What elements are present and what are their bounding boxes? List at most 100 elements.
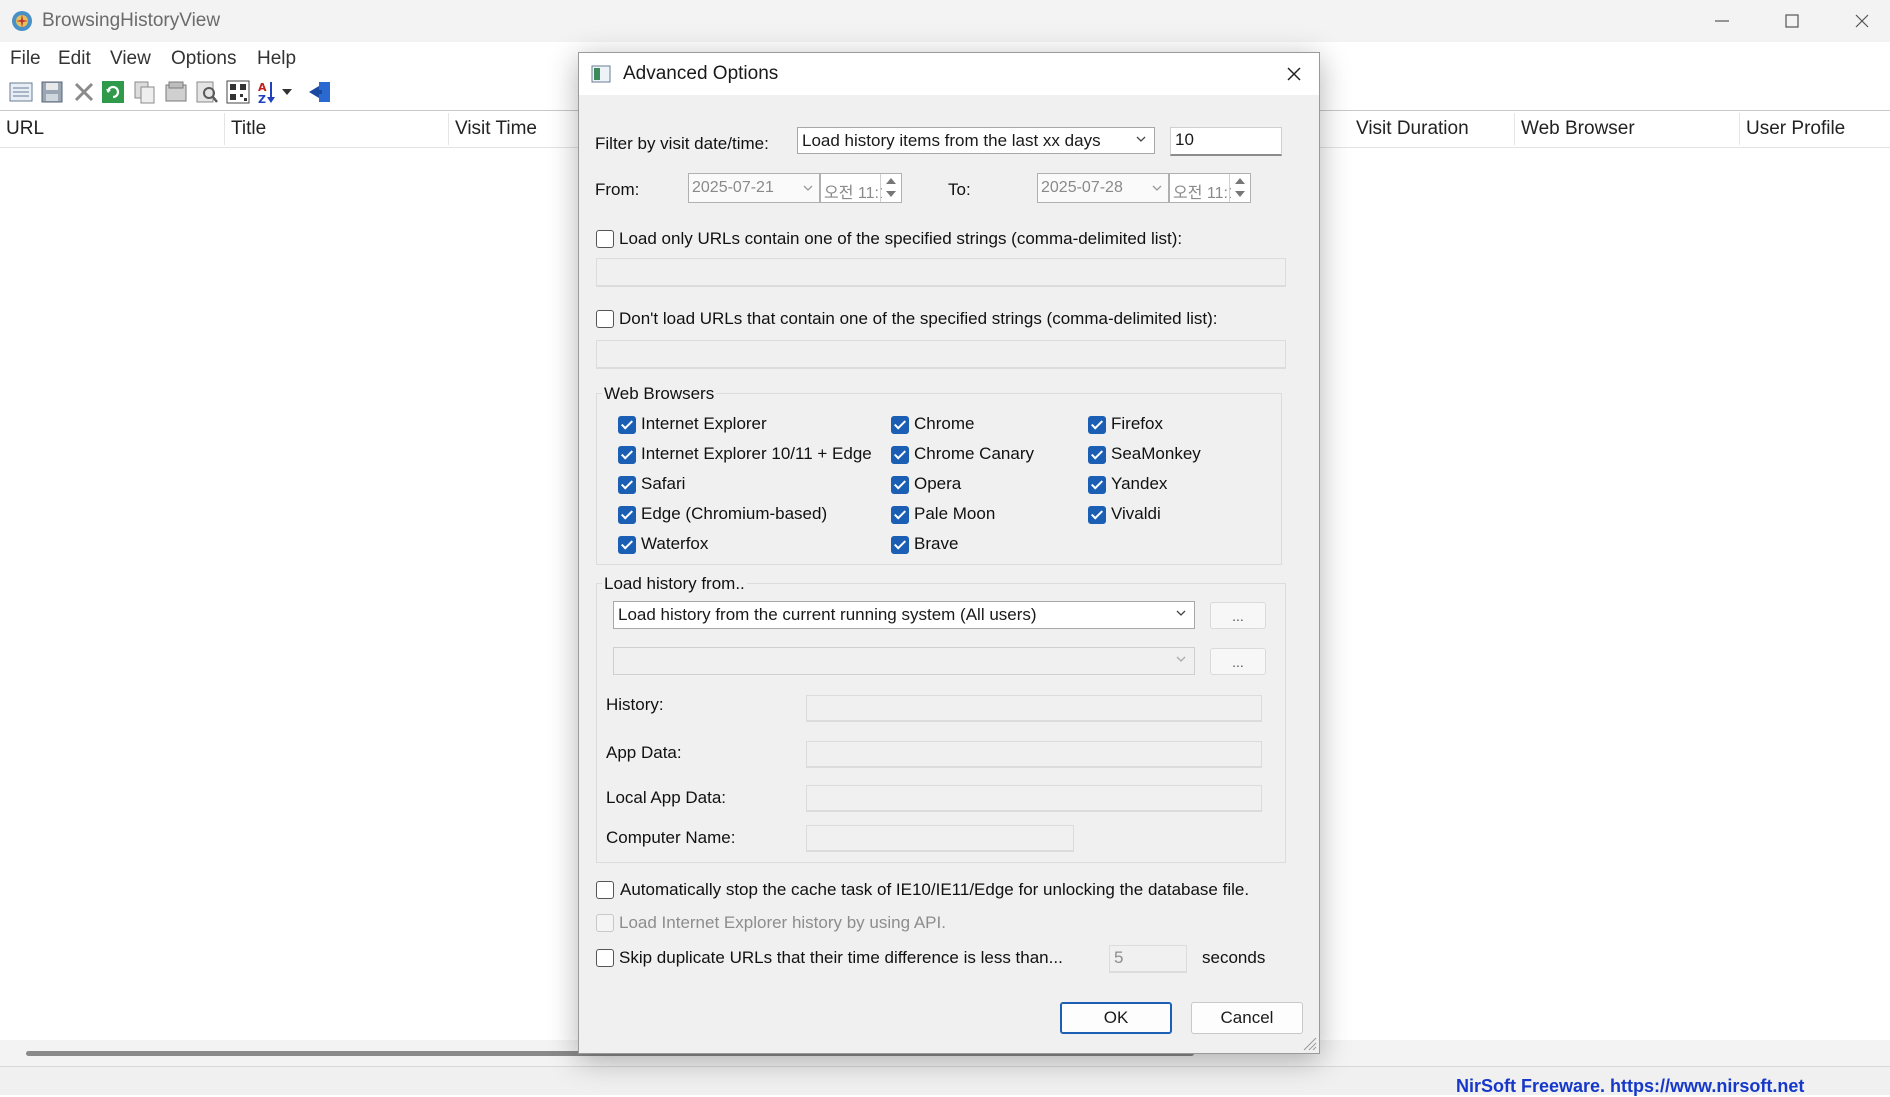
delete-icon[interactable]: [71, 79, 97, 105]
column-url[interactable]: URL: [6, 118, 44, 140]
from-date-value: 2025-07-21: [692, 179, 774, 196]
browser-label: Brave: [914, 534, 959, 553]
chevron-down-icon: [1176, 610, 1186, 616]
history-label: History:: [606, 695, 664, 714]
column-title[interactable]: Title: [231, 118, 266, 140]
cancel-button[interactable]: Cancel: [1191, 1002, 1303, 1034]
app-data-input[interactable]: [806, 741, 1262, 768]
app-data-label: App Data:: [606, 743, 682, 762]
browse-button[interactable]: ...: [1210, 602, 1266, 629]
minimize-button[interactable]: [1687, 0, 1757, 42]
local-app-data-label: Local App Data:: [606, 788, 727, 807]
title-bar: BrowsingHistoryView: [0, 0, 1890, 42]
load-only-input[interactable]: [596, 258, 1286, 287]
skip-seconds-input[interactable]: 5: [1109, 945, 1187, 973]
filter-dropdown-value: Load history items from the last xx days: [802, 131, 1101, 150]
browser-checkbox[interactable]: [618, 416, 636, 434]
browser-label: Vivaldi: [1111, 504, 1161, 523]
exit-icon[interactable]: [307, 79, 333, 105]
menu-options[interactable]: Options: [171, 48, 236, 70]
save-icon[interactable]: [39, 79, 65, 105]
copy-icon[interactable]: [132, 79, 158, 105]
computer-name-label: Computer Name:: [606, 828, 736, 847]
column-user-profile[interactable]: User Profile: [1746, 118, 1845, 140]
dont-load-checkbox[interactable]: [596, 310, 614, 328]
column-divider[interactable]: [1514, 113, 1515, 145]
close-window-button[interactable]: [1827, 0, 1890, 42]
to-date-value: 2025-07-28: [1041, 179, 1123, 196]
load-only-checkbox[interactable]: [596, 230, 614, 248]
browser-label: Chrome: [914, 414, 975, 433]
browser-checkbox[interactable]: [1088, 416, 1106, 434]
to-date-picker[interactable]: 2025-07-28: [1037, 173, 1169, 203]
browser-label: Safari: [641, 474, 686, 493]
refresh-icon[interactable]: [100, 79, 126, 105]
skip-duplicates-checkbox[interactable]: [596, 949, 614, 967]
sort-icon[interactable]: AZ: [257, 79, 295, 105]
filter-dropdown[interactable]: Load history items from the last xx days: [797, 127, 1155, 154]
dont-load-input[interactable]: [596, 340, 1286, 369]
ie-api-label: Load Internet Explorer history by using …: [619, 913, 946, 932]
load-only-label: Load only URLs contain one of the specif…: [619, 229, 1183, 248]
maximize-icon: [1785, 14, 1799, 28]
chevron-down-icon: [1152, 185, 1162, 191]
browser-checkbox[interactable]: [891, 536, 909, 554]
find-icon[interactable]: [194, 79, 220, 105]
from-time-spinner[interactable]: [880, 174, 901, 202]
skip-seconds-value: 5: [1114, 948, 1124, 967]
chevron-down-icon: [1136, 136, 1146, 142]
to-time-picker[interactable]: 오전 11:10:4: [1169, 173, 1251, 203]
ie-api-checkbox[interactable]: [596, 914, 614, 932]
menu-edit[interactable]: Edit: [58, 48, 91, 70]
minimize-icon: [1715, 20, 1729, 22]
from-date-picker[interactable]: 2025-07-21: [688, 173, 820, 203]
ok-button[interactable]: OK: [1060, 1002, 1172, 1034]
load-history-title: Load history from..: [602, 574, 747, 594]
resize-grip-icon[interactable]: [1301, 1035, 1317, 1051]
html-report-icon[interactable]: [225, 79, 251, 105]
menu-file[interactable]: File: [10, 48, 41, 70]
column-divider[interactable]: [448, 113, 449, 145]
local-app-data-input[interactable]: [806, 785, 1262, 812]
browser-label: Firefox: [1111, 414, 1163, 433]
column-web-browser[interactable]: Web Browser: [1521, 118, 1635, 140]
load-source-dropdown[interactable]: Load history from the current running sy…: [613, 601, 1195, 629]
browser-checkbox[interactable]: [891, 416, 909, 434]
column-divider[interactable]: [1739, 113, 1740, 145]
browser-label: Opera: [914, 474, 962, 493]
column-visit-duration[interactable]: Visit Duration: [1356, 118, 1469, 140]
browser-checkbox[interactable]: [891, 446, 909, 464]
auto-stop-checkbox[interactable]: [596, 881, 614, 899]
maximize-button[interactable]: [1757, 0, 1827, 42]
from-label: From:: [595, 180, 640, 199]
dialog-close-button[interactable]: [1269, 53, 1319, 95]
browser-checkbox[interactable]: [891, 476, 909, 494]
browser-checkbox[interactable]: [618, 446, 636, 464]
browser-checkbox[interactable]: [618, 536, 636, 554]
app-icon: [12, 11, 32, 31]
from-time-picker[interactable]: 오전 11:10:4: [820, 173, 902, 203]
menu-view[interactable]: View: [110, 48, 151, 70]
browser-checkbox[interactable]: [1088, 446, 1106, 464]
properties-icon[interactable]: [8, 79, 34, 105]
column-visit-time[interactable]: Visit Time: [455, 118, 537, 140]
menu-help[interactable]: Help: [257, 48, 296, 70]
to-time-spinner[interactable]: [1229, 174, 1250, 202]
close-icon: [1287, 67, 1301, 81]
computer-name-input[interactable]: [806, 825, 1074, 852]
browser-checkbox[interactable]: [618, 506, 636, 524]
days-input[interactable]: 10: [1170, 127, 1282, 156]
filter-label: Filter by visit date/time:: [595, 134, 769, 153]
browser-label: Waterfox: [641, 534, 709, 553]
browser-checkbox[interactable]: [1088, 506, 1106, 524]
column-divider[interactable]: [224, 113, 225, 145]
load-source-value: Load history from the current running sy…: [618, 605, 1037, 624]
browser-label: Pale Moon: [914, 504, 996, 523]
browser-checkbox[interactable]: [618, 476, 636, 494]
browse-profile-button[interactable]: ...: [1210, 648, 1266, 675]
browser-checkbox[interactable]: [891, 506, 909, 524]
browser-checkbox[interactable]: [1088, 476, 1106, 494]
history-path-input[interactable]: [806, 695, 1262, 722]
profile-dropdown[interactable]: [613, 647, 1195, 675]
columns-icon[interactable]: [163, 79, 189, 105]
